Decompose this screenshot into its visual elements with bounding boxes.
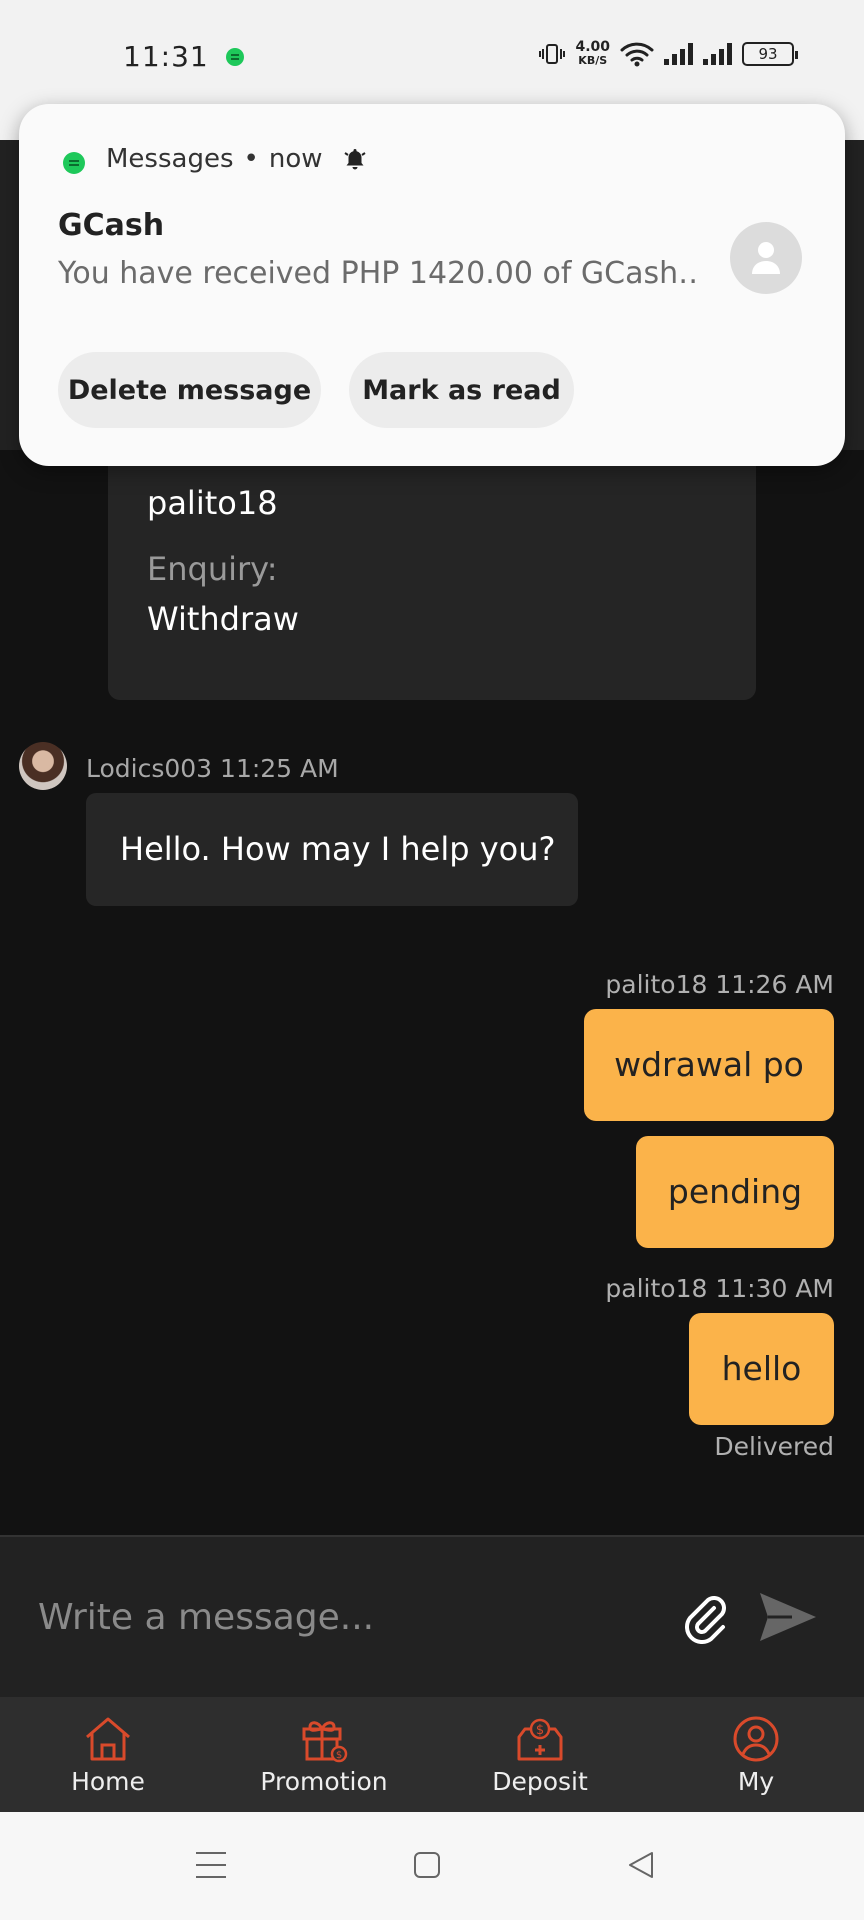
agent-message-meta: Lodics003 11:25 AM: [86, 754, 339, 783]
nav-promotion[interactable]: $ Promotion: [216, 1697, 432, 1812]
svg-text:$: $: [336, 1750, 342, 1761]
deposit-icon: $: [517, 1718, 563, 1761]
nav-promotion-label: Promotion: [260, 1767, 388, 1796]
user-icon: [733, 1716, 779, 1762]
agent-avatar: [19, 742, 67, 790]
svg-text:$: $: [536, 1723, 544, 1738]
nav-deposit[interactable]: $ Deposit: [432, 1697, 648, 1812]
signal-icon-2: [703, 43, 732, 65]
status-time: 11:31: [123, 40, 209, 73]
user-message-meta: palito18 11:26 AM: [605, 970, 834, 999]
paperclip-icon[interactable]: [678, 1592, 730, 1644]
notification-app-name: Messages: [106, 144, 234, 174]
agent-message-bubble: Hello. How may I help you?: [86, 793, 578, 906]
enquiry-label: Enquiry:: [147, 550, 278, 588]
user-message-bubble: hello: [689, 1313, 834, 1425]
person-icon: [752, 242, 780, 274]
nav-home-label: Home: [71, 1767, 145, 1796]
notification-title: GCash: [58, 208, 165, 243]
messages-app-icon: [226, 48, 244, 66]
signal-icon: [664, 43, 693, 65]
status-icons: 4.00 KB/S 93: [539, 39, 798, 68]
user-message-bubble: pending: [636, 1136, 834, 1248]
nav-home[interactable]: Home: [0, 1697, 216, 1812]
wifi-icon: [620, 42, 654, 67]
notification-card[interactable]: Messages • now GCash You have received P…: [19, 104, 845, 466]
notification-time: now: [268, 144, 323, 174]
messages-app-icon: [63, 152, 85, 174]
home-button-icon[interactable]: [414, 1852, 440, 1878]
contact-avatar: [730, 222, 802, 294]
send-icon[interactable]: [758, 1591, 818, 1643]
bottom-navigation: Home $ Promotion $ Deposit My: [0, 1697, 864, 1812]
home-icon: [86, 1717, 130, 1761]
vibrate-icon: [539, 44, 566, 64]
user-message-bubble: wdrawal po: [584, 1009, 834, 1121]
system-navigation-bar: [0, 1812, 864, 1920]
recent-apps-icon[interactable]: [196, 1852, 226, 1878]
net-speed: 4.00 KB/S: [575, 39, 610, 67]
nav-deposit-label: Deposit: [492, 1767, 588, 1796]
user-message-meta: palito18 11:30 AM: [605, 1274, 834, 1303]
enquiry-user: palito18: [147, 484, 278, 522]
gift-icon: $: [302, 1721, 348, 1763]
delete-message-button[interactable]: Delete message: [58, 352, 321, 428]
battery-indicator: 93: [742, 42, 798, 66]
enquiry-value: Withdraw: [147, 600, 299, 638]
delivery-status: Delivered: [714, 1432, 834, 1461]
notification-header: Messages • now: [106, 144, 367, 174]
back-icon[interactable]: [626, 1850, 656, 1880]
notification-body: You have received PHP 1420.00 of GCash…: [58, 256, 698, 291]
nav-my-label: My: [737, 1767, 775, 1796]
enquiry-card: palito18 Enquiry: Withdraw: [108, 440, 756, 700]
message-input[interactable]: [38, 1587, 638, 1647]
mark-as-read-button[interactable]: Mark as read: [349, 352, 574, 428]
nav-my[interactable]: My: [648, 1697, 864, 1812]
message-composer: [0, 1535, 864, 1697]
bell-icon: [343, 149, 366, 170]
